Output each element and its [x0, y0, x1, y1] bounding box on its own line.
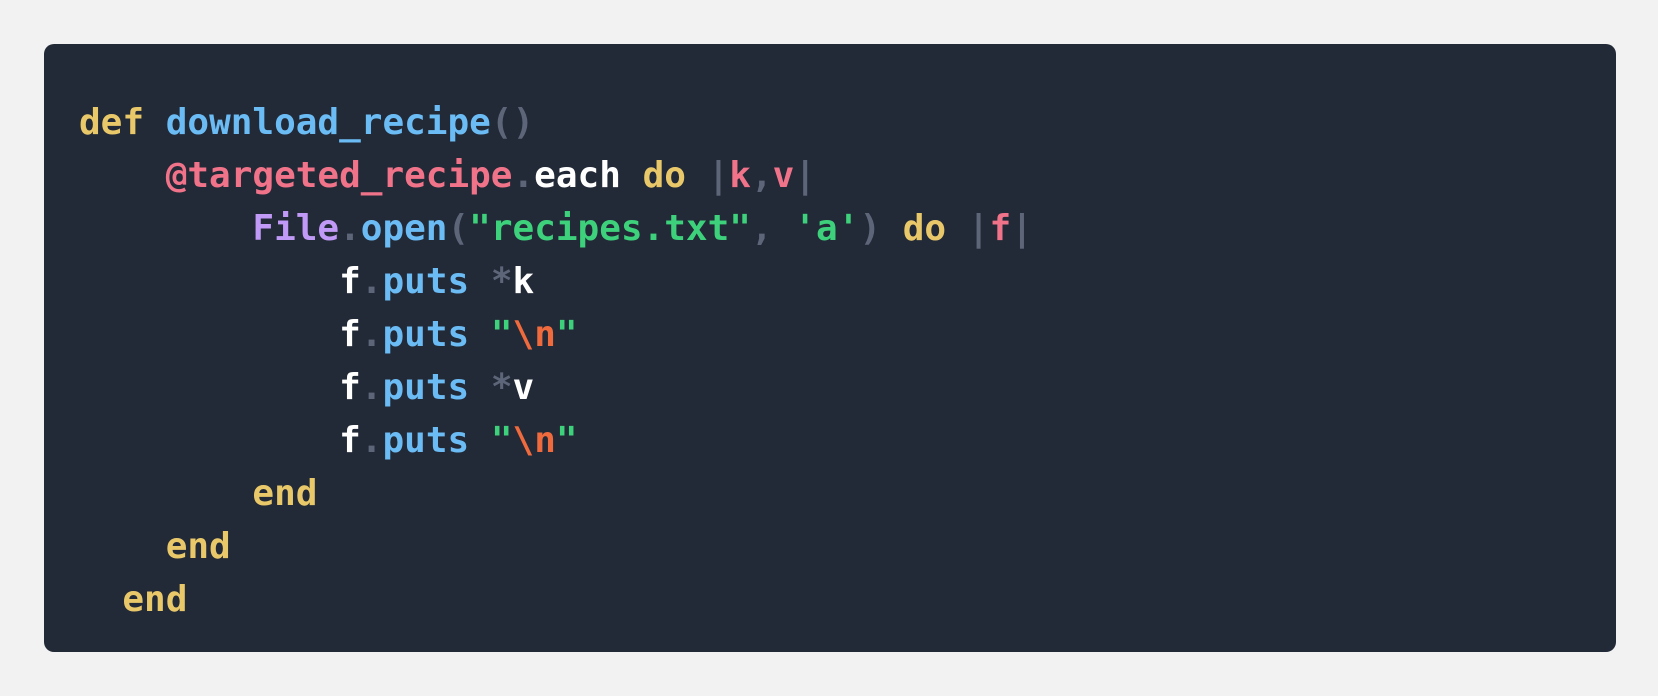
code-line: f.puts "\n"	[79, 414, 1616, 467]
code-token-punctuation: (	[447, 208, 470, 249]
code-line: end	[79, 520, 1616, 573]
code-token-function: puts	[382, 261, 470, 302]
code-token-punctuation: .	[339, 208, 361, 249]
code-token-string: "	[490, 314, 513, 355]
code-token-punctuation: ,	[750, 208, 795, 249]
code-line: File.open("recipes.txt", 'a') do |f|	[79, 202, 1616, 255]
code-token-punctuation: |	[794, 155, 817, 196]
code-token-keyword: do	[642, 155, 686, 196]
code-token-plain: f	[339, 314, 361, 355]
code-token-plain: f	[339, 420, 361, 461]
code-token-punctuation: |	[707, 155, 730, 196]
code-token-punctuation: |	[967, 208, 990, 249]
code-token-punctuation: ,	[750, 155, 773, 196]
code-token-keyword: end	[122, 579, 188, 620]
code-token-punctuation: |	[1011, 208, 1033, 249]
code-token-function: open	[360, 208, 448, 249]
code-token-ivar: v	[772, 155, 795, 196]
code-token-punctuation: )	[859, 208, 882, 249]
code-token-keyword: end	[165, 526, 231, 567]
code-token-keyword: end	[252, 473, 318, 514]
code-token-punctuation: *	[490, 367, 513, 408]
code-token-string: 'a'	[794, 208, 860, 249]
code-token-string: "	[490, 420, 513, 461]
code-token-function: puts	[382, 420, 470, 461]
code-token-string: "	[555, 314, 578, 355]
code-token-keyword: def	[79, 102, 145, 143]
code-line: f.puts *k	[79, 255, 1616, 308]
code-token-string: "	[555, 420, 578, 461]
code-token-ivar: f	[989, 208, 1012, 249]
code-token-escape: \n	[512, 314, 556, 355]
code-token-plain: f	[339, 261, 361, 302]
code-token-ivar: @targeted_recipe	[165, 155, 513, 196]
code-token-plain: k	[512, 261, 535, 302]
code-token-punctuation: .	[360, 367, 383, 408]
code-token-punctuation: .	[360, 420, 383, 461]
code-lines: def download_recipe() @targeted_recipe.e…	[79, 102, 1616, 659]
code-token-function: puts	[382, 367, 470, 408]
code-token-plain: v	[512, 367, 535, 408]
code-token-ivar: k	[729, 155, 751, 196]
code-token-function: download_recipe	[165, 102, 491, 143]
code-token-punctuation: .	[360, 314, 383, 355]
code-line: end	[79, 467, 1616, 520]
code-token-punctuation: ()	[490, 102, 535, 143]
code-token-class: File	[252, 208, 340, 249]
code-token-plain: f	[339, 367, 361, 408]
code-token-plain: each	[534, 155, 621, 196]
code-line: def download_recipe()	[79, 96, 1616, 149]
code-token-escape: \n	[512, 420, 556, 461]
code-token-punctuation: .	[512, 155, 535, 196]
code-line: @targeted_recipe.each do |k,v|	[79, 149, 1616, 202]
code-block: def download_recipe() @targeted_recipe.e…	[44, 44, 1616, 652]
code-token-keyword: do	[902, 208, 947, 249]
code-line: f.puts *v	[79, 361, 1616, 414]
code-line: end	[79, 573, 1616, 626]
code-line: f.puts "\n"	[79, 308, 1616, 361]
code-token-punctuation: .	[360, 261, 383, 302]
code-token-string: "recipes.txt"	[469, 208, 751, 249]
code-token-punctuation: *	[490, 261, 513, 302]
code-token-function: puts	[382, 314, 470, 355]
